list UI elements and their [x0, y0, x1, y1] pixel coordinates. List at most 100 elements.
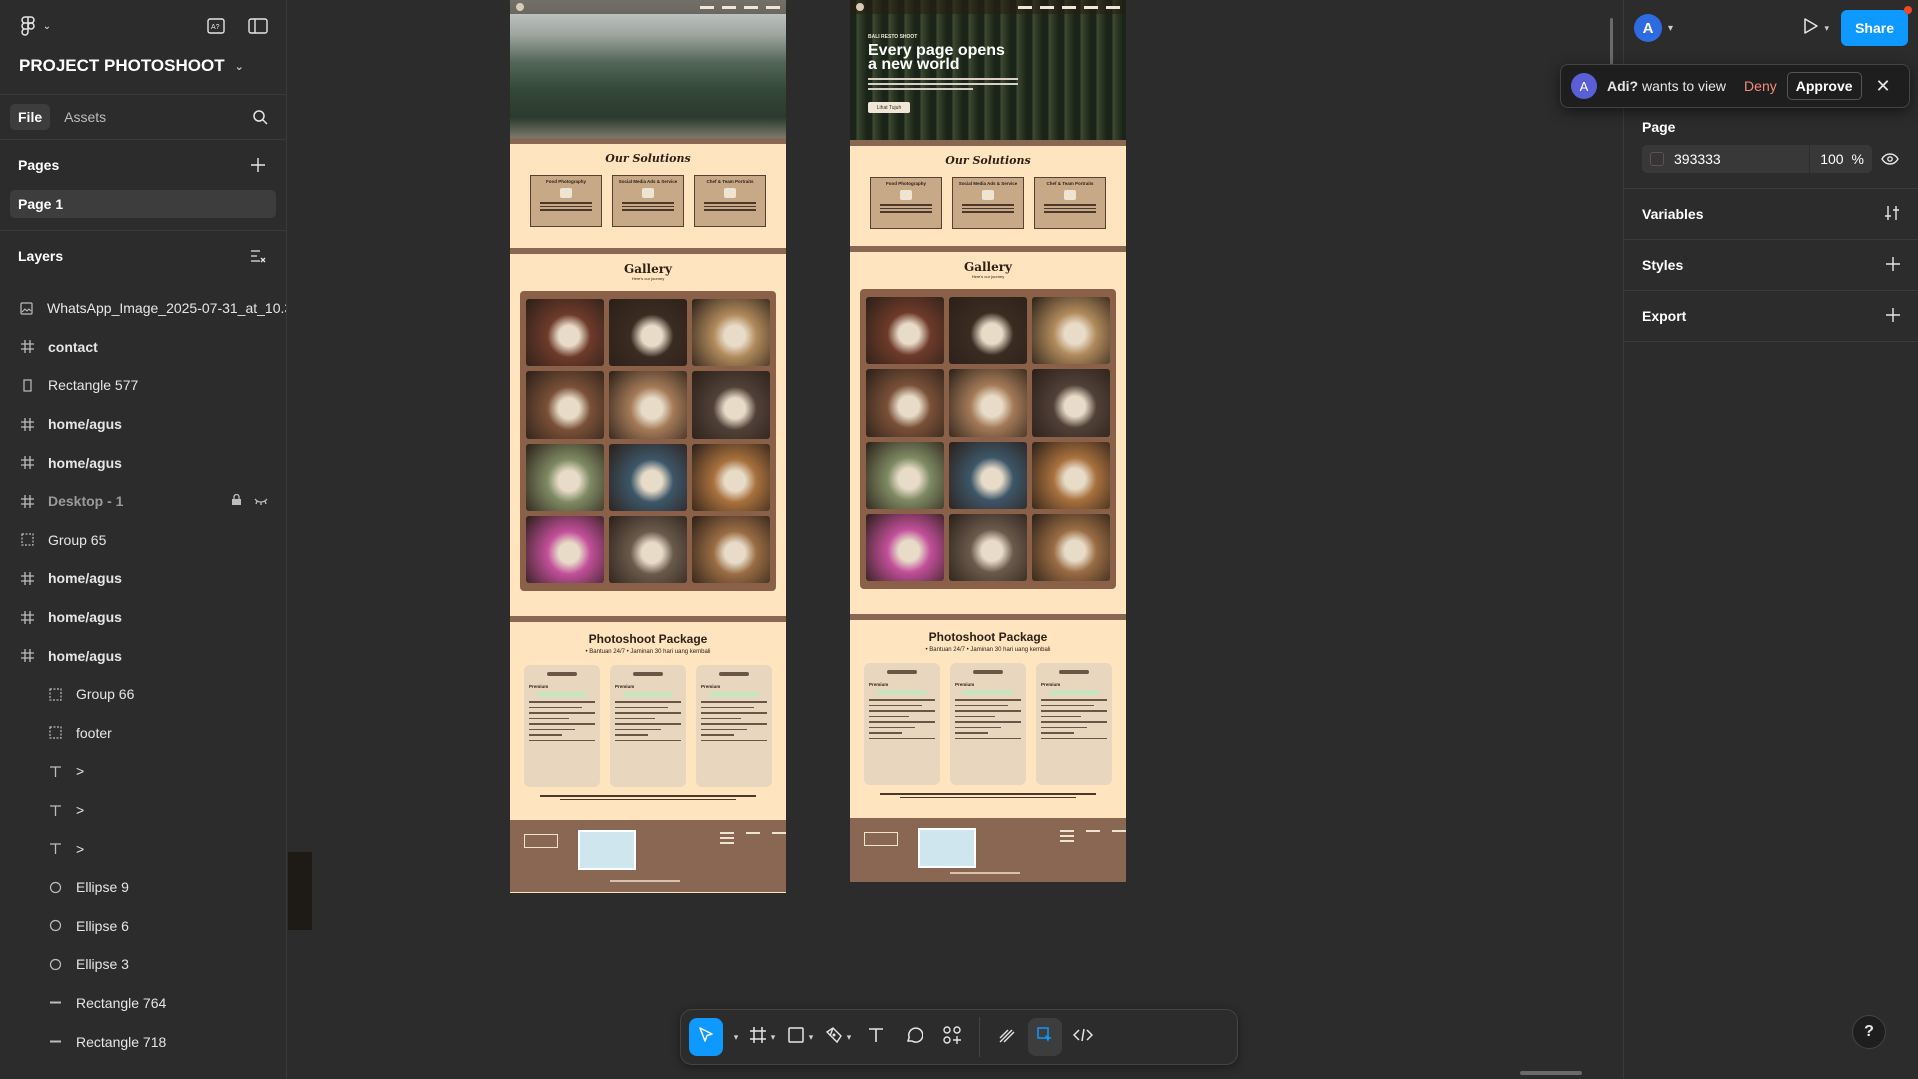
layer-item[interactable]: home/agus [0, 559, 286, 598]
layer-item[interactable]: Ellipse 6 [0, 907, 286, 946]
ai-icon[interactable]: A? [206, 16, 226, 36]
horizontal-scrollbar[interactable] [1520, 1071, 1582, 1075]
canvas-dark-rectangle[interactable] [288, 852, 312, 930]
fill-opacity-value[interactable]: 100 [1820, 151, 1843, 167]
text-icon [867, 1026, 885, 1049]
frame-home-agus-2[interactable]: BALI RESTO SHOOT Every page opens a new … [850, 0, 1126, 882]
ads-icon [982, 190, 994, 200]
package-card-price-badge [1049, 690, 1099, 695]
layer-item[interactable]: Ellipse 3 [0, 945, 286, 984]
lock-icon[interactable] [231, 493, 242, 509]
package-cards: Premium Premium Premium [510, 665, 786, 787]
layer-item[interactable]: Group 65 [0, 521, 286, 560]
layer-item[interactable]: > [0, 752, 286, 791]
tab-assets[interactable]: Assets [56, 104, 114, 130]
left-panel-toolbar: ⌄ A? [0, 0, 286, 52]
footer [510, 820, 786, 892]
project-title[interactable]: PROJECT PHOTOSHOOT ⌄ [0, 52, 286, 80]
design-mode-button[interactable] [1028, 1018, 1062, 1056]
sidebar-toggle-icon[interactable] [248, 16, 268, 36]
layer-item-label: Rectangle 718 [76, 1033, 167, 1050]
deny-button[interactable]: Deny [1744, 78, 1777, 94]
frame-icon [20, 456, 34, 470]
move-tool-button[interactable] [689, 1018, 723, 1056]
layer-item-label: WhatsApp_Image_2025-07-31_at_10.3 [47, 300, 286, 317]
variables-header[interactable]: Variables [1642, 189, 1900, 239]
rectangle-tool-button[interactable]: ▾ [783, 1018, 817, 1056]
main-menu-button[interactable]: ⌄ [18, 16, 52, 36]
dev-mode-button[interactable] [1066, 1018, 1100, 1056]
layers-list: WhatsApp_Image_2025-07-31_at_10.3contact… [0, 289, 286, 1061]
add-page-icon[interactable] [248, 155, 268, 175]
camera-icon [900, 190, 912, 200]
eye-icon[interactable] [1880, 149, 1900, 169]
layer-item[interactable]: contact [0, 328, 286, 367]
fill-color-swatch[interactable] [1650, 152, 1664, 166]
chevron-down-icon[interactable]: ▾ [1668, 23, 1673, 34]
layer-item[interactable]: > [0, 829, 286, 868]
figma-logo-icon [18, 16, 38, 36]
page-fill-input[interactable]: 393333 100 % [1642, 145, 1872, 173]
hidden-eye-icon[interactable] [254, 493, 268, 509]
frame-tool-button[interactable]: ▾ [745, 1018, 779, 1056]
help-button[interactable]: ? [1852, 1015, 1886, 1049]
solutions-title: Our Solutions [605, 152, 691, 165]
vertical-scrollbar[interactable] [1610, 18, 1613, 66]
solutions-section: Our Solutions Food Photography Social Me… [510, 144, 786, 248]
components-tool-button[interactable] [935, 1018, 969, 1056]
approve-button[interactable]: Approve [1786, 72, 1862, 100]
styles-header[interactable]: Styles [1642, 240, 1900, 290]
package-card-title: Premium [955, 682, 975, 687]
layer-item[interactable]: Rectangle 718 [0, 1022, 286, 1061]
comment-tool-button[interactable] [897, 1018, 931, 1056]
close-icon[interactable]: ✕ [1876, 76, 1891, 97]
layer-item[interactable]: home/agus [0, 405, 286, 444]
layer-item[interactable]: > [0, 791, 286, 830]
layer-item[interactable]: WhatsApp_Image_2025-07-31_at_10.3 [0, 289, 286, 328]
user-avatar[interactable]: A [1634, 14, 1662, 42]
layer-item[interactable]: Rectangle 764 [0, 984, 286, 1023]
layer-item-label: > [76, 840, 85, 857]
components-icon [942, 1025, 962, 1050]
gallery-section: Gallery Here's our journey [850, 252, 1126, 614]
layer-item[interactable]: home/agus [0, 598, 286, 637]
add-export-icon[interactable] [1886, 307, 1900, 325]
layer-item[interactable]: footer [0, 714, 286, 753]
share-button[interactable]: Share [1841, 6, 1912, 46]
layer-item[interactable]: Group 66 [0, 675, 286, 714]
layer-item[interactable]: Ellipse 9 [0, 868, 286, 907]
text-tool-button[interactable] [859, 1018, 893, 1056]
frame-home-agus-1[interactable]: Our Solutions Food Photography Social Me… [510, 0, 786, 893]
request-message: Adi? wants to view [1607, 78, 1726, 94]
package-card-price-badge [877, 690, 927, 695]
design-mode-icon [1036, 1026, 1054, 1049]
toolbar-divider [979, 1017, 980, 1057]
search-icon[interactable] [250, 107, 270, 127]
layer-item[interactable]: Rectangle 577 [0, 366, 286, 405]
present-button[interactable]: ▾ [1803, 17, 1829, 40]
layer-item[interactable]: home/agus [0, 443, 286, 482]
collapse-layers-icon[interactable] [248, 246, 268, 266]
add-style-icon[interactable] [1886, 256, 1900, 274]
tab-file[interactable]: File [10, 104, 51, 130]
layer-item[interactable]: Desktop - 1 [0, 482, 286, 521]
variables-icon[interactable] [1884, 205, 1900, 224]
fill-opacity[interactable]: 100 % [1809, 145, 1864, 173]
export-header[interactable]: Export [1642, 291, 1900, 341]
layer-item[interactable]: home/agus [0, 636, 286, 675]
page-item-page-1[interactable]: Page 1 [10, 190, 276, 218]
gallery-photo [866, 441, 944, 509]
pen-tool-button[interactable]: ▾ [821, 1018, 855, 1056]
layer-item-actions [231, 493, 268, 509]
design-canvas[interactable]: Our Solutions Food Photography Social Me… [288, 0, 1623, 1079]
fill-hex-value[interactable]: 393333 [1674, 151, 1721, 167]
gallery-photo [1032, 441, 1110, 509]
left-sidebar: ⌄ A? PROJECT PHOTOSHOOT ⌄ File Assets Pa… [0, 0, 287, 1079]
chef-icon [724, 188, 736, 198]
move-tool-dropdown[interactable]: ▾ [727, 1018, 741, 1056]
package-subtitle: • Bantuan 24/7 • Jaminan 30 hari uang ke… [925, 647, 1051, 653]
hero-image-forest: BALI RESTO SHOOT Every page opens a new … [850, 0, 1126, 140]
layer-item-label: > [76, 802, 85, 819]
package-card: Premium [950, 663, 1026, 785]
draw-mode-button[interactable] [990, 1018, 1024, 1056]
